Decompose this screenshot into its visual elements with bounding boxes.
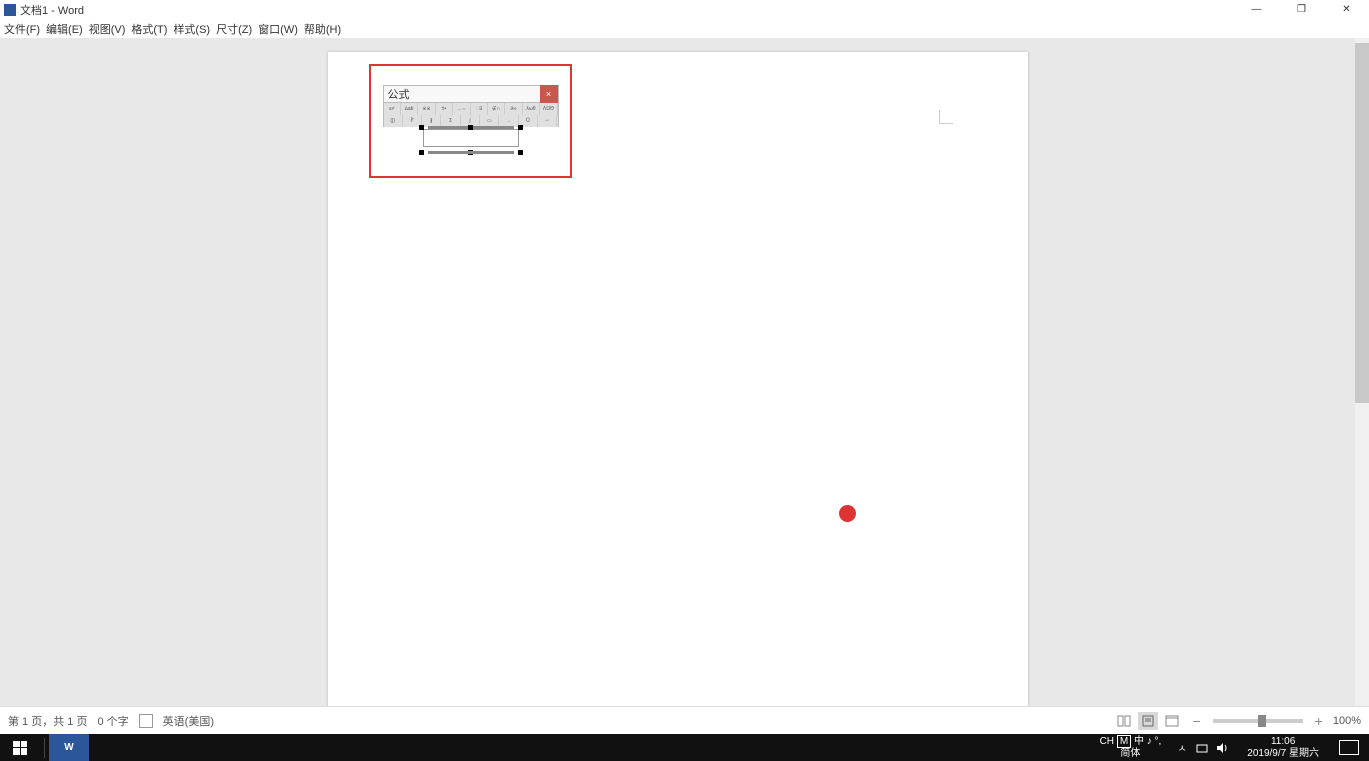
formula-tool-7[interactable]: ∉∩	[488, 103, 505, 115]
zoom-in[interactable]: +	[1315, 713, 1323, 729]
menu-file[interactable]: 文件(F)	[4, 21, 40, 37]
zoom-slider[interactable]	[1213, 719, 1303, 723]
close-button[interactable]: ✕	[1324, 0, 1369, 19]
formula-tool-8[interactable]: ∂∞	[505, 103, 522, 115]
window-title: 文档1 - Word	[20, 2, 84, 18]
maximize-button[interactable]: ❐	[1279, 0, 1324, 19]
proofing-icon	[139, 714, 153, 728]
proofing[interactable]	[139, 713, 153, 729]
scroll-thumb[interactable]	[1355, 43, 1369, 403]
formula-tool-3[interactable]: ※※	[418, 103, 435, 115]
formula-tool-9[interactable]: λωθ	[523, 103, 540, 115]
menu-view[interactable]: 视图(V)	[89, 21, 126, 37]
menu-size[interactable]: 尺寸(Z)	[216, 21, 252, 37]
zoom-level[interactable]: 100%	[1333, 715, 1361, 727]
window-controls: — ❐ ✕	[1234, 0, 1369, 19]
cursor-marker-icon	[839, 505, 856, 522]
formula-tool-6[interactable]: ∵∃	[471, 103, 488, 115]
zoom-slider-thumb[interactable]	[1258, 715, 1266, 727]
menu-help[interactable]: 帮助(H)	[304, 21, 341, 37]
action-center-icon[interactable]	[1339, 740, 1359, 755]
formula-edit-area[interactable]	[423, 129, 519, 147]
document-page[interactable]: 公式 × ≤≠ ∆ab ※※ ±• →⇔ ∵∃ ∉∩ ∂∞ λωθ ΛΩΘ (|…	[328, 52, 1028, 720]
formula-toolbar-row1: ≤≠ ∆ab ※※ ±• →⇔ ∵∃ ∉∩ ∂∞ λωθ ΛΩΘ	[383, 103, 559, 115]
volume-icon[interactable]	[1215, 741, 1229, 755]
word-icon: W	[59, 738, 79, 758]
formula-tool-2[interactable]: ∆ab	[401, 103, 418, 115]
clock[interactable]: 11:06 2019/9/7 星期六	[1237, 736, 1329, 760]
minimize-button[interactable]: —	[1234, 0, 1279, 19]
windows-icon	[13, 741, 27, 755]
network-icon[interactable]	[1195, 741, 1209, 755]
zoom-out[interactable]: −	[1192, 713, 1200, 729]
formula-tool-5[interactable]: →⇔	[453, 103, 470, 115]
statusbar: 第 1 页，共 1 页 0 个字 英语(美国) − + 100%	[0, 706, 1369, 734]
language[interactable]: 英语(美国)	[163, 713, 214, 729]
system-tray: ㅅ	[1167, 741, 1237, 755]
margin-mark-icon	[939, 110, 953, 124]
document-area: 公式 × ≤≠ ∆ab ※※ ±• →⇔ ∵∃ ∉∩ ∂∞ λωθ ΛΩΘ (|…	[0, 38, 1355, 706]
menu-edit[interactable]: 编辑(E)	[46, 21, 83, 37]
formula-editor: 公式 × ≤≠ ∆ab ※※ ±• →⇔ ∵∃ ∉∩ ∂∞ λωθ ΛΩΘ (|…	[383, 85, 559, 147]
formula-tool-4[interactable]: ±•	[436, 103, 453, 115]
menu-format[interactable]: 格式(T)	[131, 21, 167, 37]
word-count[interactable]: 0 个字	[97, 713, 128, 729]
view-print-layout[interactable]	[1138, 712, 1158, 730]
view-web-layout[interactable]	[1162, 712, 1182, 730]
ime-indicator[interactable]: CH M 中 ♪ °, 简体	[1094, 736, 1168, 760]
formula-header[interactable]: 公式 ×	[383, 85, 559, 103]
formula-tool-19[interactable]: ▫▫	[538, 115, 557, 127]
taskbar: W CH M 中 ♪ °, 简体 ㅅ 11:06 2019/9/7 星期六	[0, 734, 1369, 761]
formula-tool-11[interactable]: (|)	[384, 115, 403, 127]
menu-window[interactable]: 窗口(W)	[258, 21, 298, 37]
taskbar-divider	[44, 738, 45, 758]
view-read-mode[interactable]	[1114, 712, 1134, 730]
formula-input[interactable]	[423, 129, 519, 147]
word-taskbar-button[interactable]: W	[49, 734, 89, 761]
formula-title: 公式	[388, 86, 410, 102]
vertical-scrollbar[interactable]	[1355, 38, 1369, 706]
formula-tool-1[interactable]: ≤≠	[384, 103, 401, 115]
formula-tool-10[interactable]: ΛΩΘ	[540, 103, 557, 115]
formula-close-button[interactable]: ×	[540, 85, 558, 103]
page-info[interactable]: 第 1 页，共 1 页	[8, 713, 87, 729]
menubar: 文件(F) 编辑(E) 视图(V) 格式(T) 样式(S) 尺寸(Z) 窗口(W…	[0, 19, 1369, 38]
word-app-icon	[4, 4, 16, 16]
tray-up-icon[interactable]: ㅅ	[1175, 741, 1189, 755]
titlebar: 文档1 - Word	[0, 0, 1369, 19]
menu-style[interactable]: 样式(S)	[173, 21, 210, 37]
start-button[interactable]	[0, 734, 40, 761]
